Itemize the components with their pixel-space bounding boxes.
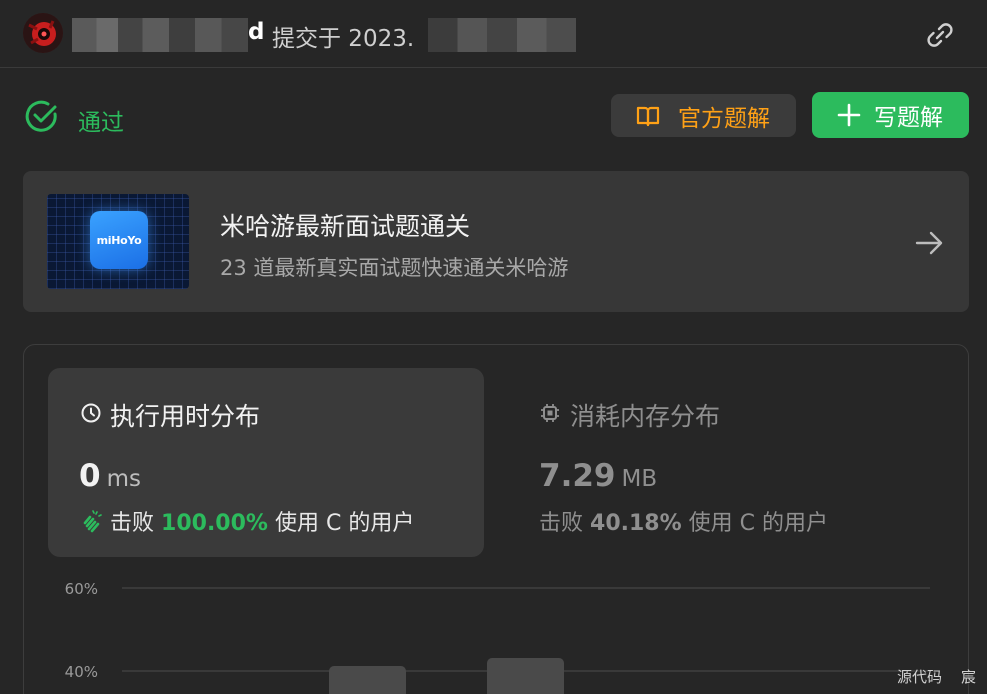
promo-title: 米哈游最新面试题通关: [220, 212, 471, 241]
runtime-unit: ms: [106, 466, 141, 492]
promo-subtitle: 23 道最新真实面试题快速通关米哈游: [220, 256, 569, 280]
redacted-timestamp: [428, 18, 576, 52]
runtime-value: 0 ms: [79, 458, 141, 494]
redacted-username: [72, 18, 248, 52]
memory-value: 7.29 MB: [539, 458, 657, 494]
book-open-icon: [636, 106, 660, 126]
status-label: 通过: [78, 110, 124, 136]
memory-number: 7.29: [539, 458, 616, 494]
runtime-beat-prefix: 击败: [110, 511, 155, 536]
runtime-beat-percent: 100.00%: [161, 511, 268, 536]
runtime-beat-suffix: 使用 C 的用户: [274, 511, 415, 536]
link-icon[interactable]: [922, 17, 958, 53]
avatar[interactable]: [23, 13, 63, 53]
memory-beat-percent: 40.18%: [590, 511, 682, 536]
arrow-right-icon[interactable]: [913, 227, 945, 259]
check-circle-icon: [25, 100, 57, 132]
clap-icon: [83, 510, 102, 533]
logo-text: miHoYo: [96, 233, 142, 247]
source-code-label[interactable]: 源代码: [897, 666, 942, 687]
plus-icon: [837, 103, 861, 127]
official-solution-label: 官方题解: [678, 105, 770, 132]
runtime-number: 0: [79, 458, 101, 494]
submission-detail-page: d 提交于 2023. 通过 官方题解 写题解 miHoYo 米哈游最新面试题通…: [0, 0, 987, 694]
submission-header: d 提交于 2023.: [0, 0, 987, 68]
write-solution-button[interactable]: 写题解: [812, 92, 969, 138]
runtime-title: 执行用时分布: [110, 402, 261, 431]
promo-card[interactable]: miHoYo 米哈游最新面试题通关 23 道最新真实面试题快速通关米哈游: [23, 171, 969, 312]
memory-beat-suffix: 使用 C 的用户: [688, 511, 829, 536]
memory-beat: 击败 40.18% 使用 C 的用户: [539, 505, 828, 537]
promo-image: miHoYo: [47, 194, 189, 289]
clock-icon: [81, 403, 101, 423]
memory-beat-prefix: 击败: [539, 511, 584, 536]
memory-title[interactable]: 消耗内存分布: [570, 397, 720, 433]
mihoyo-logo: miHoYo: [90, 211, 148, 269]
official-solution-button[interactable]: 官方题解: [611, 94, 796, 137]
memory-unit: MB: [621, 466, 658, 492]
chip-icon: [541, 404, 559, 422]
write-solution-label: 写题解: [874, 105, 943, 131]
runtime-beat: 击败 100.00% 使用 C 的用户: [80, 505, 414, 537]
username-tail: d: [248, 19, 265, 45]
submission-time: 提交于 2023.: [272, 26, 415, 52]
footer-char: 宸: [961, 668, 977, 686]
